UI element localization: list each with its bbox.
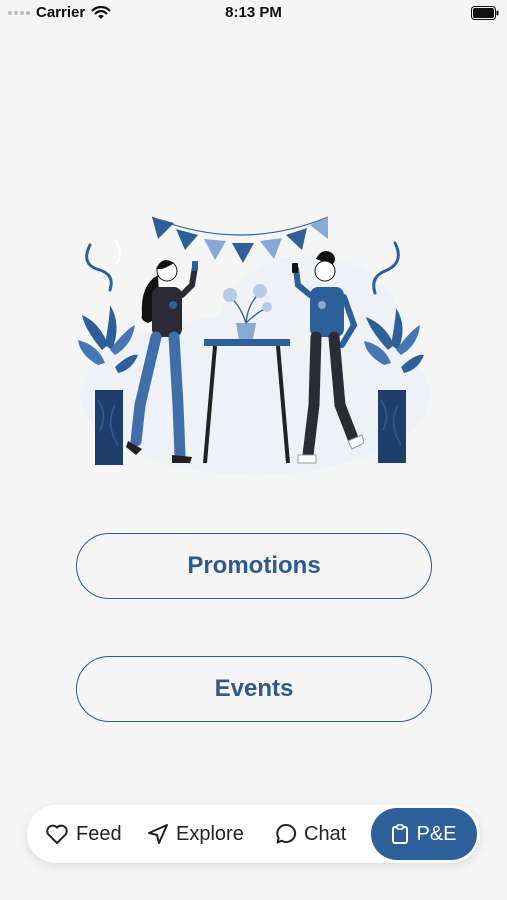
tab-chat-label: Chat (304, 822, 347, 845)
promotions-button[interactable]: Promotions (76, 533, 432, 599)
party-illustration (78, 216, 430, 475)
tab-chat[interactable]: Chat (275, 805, 346, 863)
tab-feed[interactable]: Feed (45, 805, 122, 863)
tab-feed-label: Feed (76, 822, 122, 845)
promotions-button-label: Promotions (187, 552, 321, 579)
tab-pe[interactable]: P&E (371, 808, 477, 860)
clipboard-icon (392, 824, 409, 844)
tab-explore[interactable]: Explore (147, 805, 244, 863)
bottom-tab-bar: Feed Explore Chat P&E (27, 805, 480, 863)
heart-icon (46, 824, 68, 844)
chat-bubble-icon (276, 823, 297, 844)
status-time: 8:13 PM (225, 4, 282, 21)
status-bar: Carrier 8:13 PM (0, 0, 507, 28)
events-button-label: Events (214, 675, 294, 702)
events-button[interactable]: Events (76, 656, 432, 722)
navigation-arrow-icon (148, 824, 168, 844)
tab-explore-label: Explore (176, 822, 244, 845)
battery-icon (471, 6, 499, 20)
tab-pe-label: P&E (416, 822, 457, 845)
